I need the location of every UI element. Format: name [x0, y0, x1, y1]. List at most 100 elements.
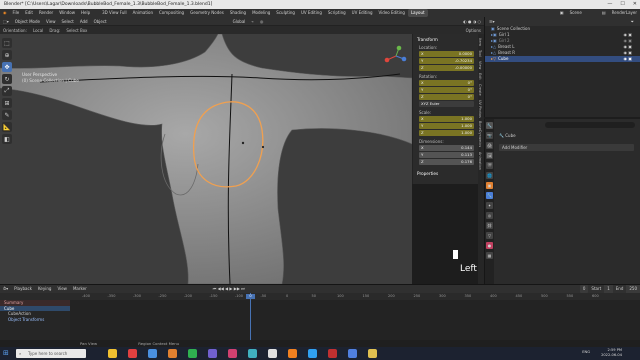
cursor-tool-icon[interactable]: ⊕	[2, 50, 12, 60]
end-frame-field[interactable]: 250	[626, 285, 640, 293]
editor-type-icon[interactable]: ⬚▾	[0, 19, 12, 24]
tab-workspace[interactable]: Animation	[130, 9, 156, 17]
menu-add[interactable]: Add	[77, 19, 91, 24]
transform-orientation-dropdown[interactable]: Global	[230, 19, 249, 24]
outliner-item-selected[interactable]: ▸▽ Cube ◉ ▣	[485, 56, 640, 62]
proportional-edit-icon[interactable]: ◎	[257, 19, 267, 24]
rotation-z-field[interactable]: Z 0°	[419, 94, 474, 100]
location-z-field[interactable]: Z -0.00000	[419, 65, 474, 71]
transform-tool-icon[interactable]: ⊞	[2, 98, 12, 108]
select-tool-icon[interactable]: ⬚	[2, 38, 12, 48]
taskbar-app-icon[interactable]	[188, 349, 197, 358]
tab-uv-photos[interactable]: UV Photos	[478, 100, 482, 118]
drag-dropdown[interactable]: Select Box	[63, 28, 90, 33]
tab-workspace[interactable]: Sculpting	[273, 9, 298, 17]
scale-tool-icon[interactable]: ⤢	[2, 86, 12, 96]
location-x-field[interactable]: X 0.0000	[419, 51, 474, 57]
menu-select[interactable]: Select	[59, 19, 77, 24]
output-properties-icon[interactable]: 🖨	[486, 142, 493, 149]
channel-object-transforms[interactable]: Object Transforms	[0, 317, 70, 323]
timeline-ruler[interactable]: -400 -350 -300 -250 -200 -150 -100 -50 0 50 100 150…	[0, 293, 640, 300]
system-clock[interactable]: 2:59 PM 2022-06-04	[601, 348, 622, 358]
add-cube-tool-icon[interactable]: ◧	[2, 134, 12, 144]
taskbar-app-icon[interactable]	[208, 349, 217, 358]
keying-menu[interactable]: Keying	[35, 285, 54, 293]
annotate-tool-icon[interactable]: ✎	[2, 110, 12, 120]
taskbar-app-icon[interactable]	[328, 349, 337, 358]
rotate-tool-icon[interactable]: ↻	[2, 74, 12, 84]
texture-properties-icon[interactable]: ▦	[486, 252, 493, 259]
transform-header[interactable]: Transform	[417, 37, 474, 42]
dimensions-x-field[interactable]: X 0.144	[419, 145, 474, 151]
taskbar-app-icon[interactable]	[288, 349, 297, 358]
scene-name[interactable]: Scene	[567, 9, 585, 17]
properties-subpanel[interactable]: Properties	[417, 171, 474, 176]
3d-viewport[interactable]: User Perspective (0) Scene Collection | …	[0, 34, 412, 284]
scale-x-field[interactable]: X 1.000	[419, 116, 474, 122]
object-properties-icon[interactable]: ▣	[486, 182, 493, 189]
tab-bone-dynamics[interactable]: BoneDynamics	[478, 121, 482, 147]
menu-view[interactable]: View	[43, 19, 59, 24]
taskbar-app-icon[interactable]	[108, 349, 117, 358]
timeline-editor-icon[interactable]: ⏱▾	[0, 285, 11, 293]
view-layer-icon[interactable]: ▤	[599, 9, 609, 17]
dimensions-y-field[interactable]: Y 0.113	[419, 152, 474, 158]
view-menu[interactable]: View	[54, 285, 70, 293]
minimize-button[interactable]: —	[607, 1, 612, 7]
close-button[interactable]: ✕	[633, 1, 637, 7]
orientation-dropdown[interactable]: Local	[30, 28, 46, 33]
taskbar-app-icon[interactable]	[128, 349, 137, 358]
tab-item[interactable]: Item	[478, 38, 482, 46]
particles-properties-icon[interactable]: ✦	[486, 202, 493, 209]
render-properties-icon[interactable]: 📷	[486, 132, 493, 139]
scale-z-field[interactable]: Z 1.000	[419, 130, 474, 136]
location-y-field[interactable]: Y -0.70234	[419, 58, 474, 64]
tab-workspace[interactable]: Modeling	[249, 9, 273, 17]
tab-tool[interactable]: Tool	[478, 50, 482, 57]
tab-create[interactable]: Create	[478, 84, 482, 96]
tab-workspace[interactable]: Compositing	[156, 9, 187, 17]
menu-help[interactable]: Help	[78, 9, 93, 17]
mode-dropdown[interactable]: Object Mode	[12, 19, 43, 24]
marker-menu[interactable]: Marker	[70, 285, 90, 293]
taskbar-app-icon[interactable]	[168, 349, 177, 358]
maximize-button[interactable]: ☐	[620, 1, 624, 7]
taskbar-app-icon[interactable]	[248, 349, 257, 358]
start-frame-field[interactable]: 1	[604, 285, 613, 293]
playback-controls[interactable]: ⏮ ◀◀ ◀ ▶ ▶▶ ⏭	[210, 285, 248, 293]
menu-window[interactable]: Window	[56, 9, 78, 17]
scene-properties-icon[interactable]: 🎬	[486, 162, 493, 169]
tab-workspace[interactable]: 3D View Full	[99, 9, 130, 17]
physics-properties-icon[interactable]: ◎	[486, 212, 493, 219]
add-modifier-button[interactable]: Add Modifier	[499, 144, 634, 151]
menu-file[interactable]: File	[10, 9, 23, 17]
world-properties-icon[interactable]: 🌐	[486, 172, 493, 179]
tool-properties-icon[interactable]: 🔧	[486, 122, 493, 129]
outliner-editor-icon[interactable]: ☰▾	[489, 17, 495, 26]
modifier-properties-icon[interactable]: 🔧	[486, 192, 493, 199]
tab-workspace[interactable]: UV Editing	[349, 9, 376, 17]
measure-tool-icon[interactable]: 📐	[2, 122, 12, 132]
tab-workspace[interactable]: Shading	[227, 9, 249, 17]
rotation-mode-dropdown[interactable]: XYZ Euler	[419, 101, 474, 107]
taskbar-app-icon[interactable]	[268, 349, 277, 358]
playhead-frame[interactable]: 0	[246, 294, 255, 299]
taskbar-search-input[interactable]: ⌕ Type here to search	[16, 349, 86, 358]
tab-workspace[interactable]: Video Editing	[376, 9, 408, 17]
system-tray-language[interactable]: ENG	[582, 350, 590, 354]
properties-search-input[interactable]	[545, 122, 635, 128]
view-layer-properties-icon[interactable]: 🖼	[486, 152, 493, 159]
snap-icon[interactable]: ⌁	[248, 19, 256, 24]
tab-workspace[interactable]: Geometry Nodes	[187, 9, 227, 17]
material-properties-icon[interactable]: ●	[486, 242, 493, 249]
rotation-x-field[interactable]: X 0°	[419, 80, 474, 86]
taskbar-app-icon[interactable]	[148, 349, 157, 358]
taskbar-app-icon[interactable]	[348, 349, 357, 358]
tab-layout[interactable]: Layout	[407, 9, 428, 17]
scale-y-field[interactable]: Y 1.000	[419, 123, 474, 129]
scene-icon[interactable]: ▣	[557, 9, 567, 17]
menu-object[interactable]: Object	[91, 19, 110, 24]
playhead-line[interactable]	[250, 293, 251, 341]
start-button-icon[interactable]: ⊞	[3, 349, 12, 358]
tab-workspace[interactable]: UV Editing	[298, 9, 325, 17]
